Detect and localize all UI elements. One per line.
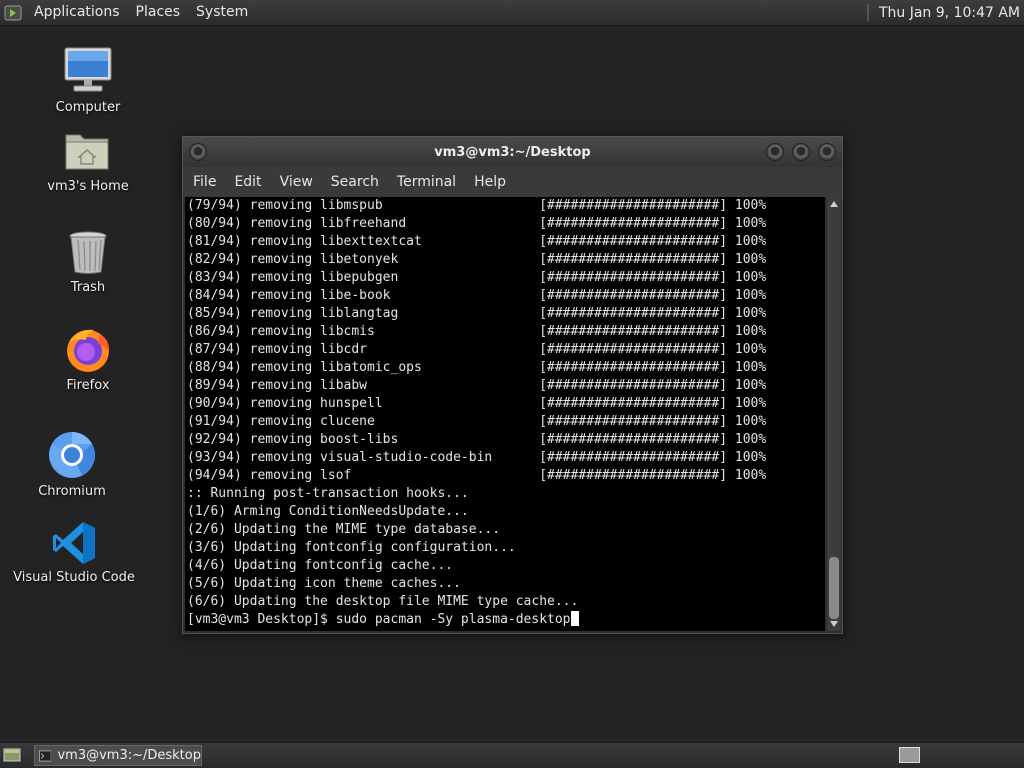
terminal-output-line: (82/94) removing libetonyek [###########… xyxy=(187,252,767,267)
minimize-button[interactable] xyxy=(766,143,784,161)
menu-edit[interactable]: Edit xyxy=(228,174,269,190)
terminal-prompt: [vm3@vm3 Desktop]$ sudo pacman -Sy plasm… xyxy=(187,612,571,627)
terminal-output-line: (87/94) removing libcdr [###############… xyxy=(187,342,767,357)
desktop-icon-trash[interactable]: Trash xyxy=(33,228,143,295)
bottom-panel: vm3@vm3:~/Desktop xyxy=(0,742,1024,768)
desktop-icon-computer[interactable]: Computer xyxy=(33,44,143,115)
menu-system[interactable]: System xyxy=(188,0,256,25)
desktop-icon-label: Firefox xyxy=(66,378,110,393)
taskbar-terminal-button[interactable]: vm3@vm3:~/Desktop xyxy=(34,745,202,766)
taskbar-button-label: vm3@vm3:~/Desktop xyxy=(57,748,201,763)
terminal-output[interactable]: (79/94) removing libmspub [#############… xyxy=(185,197,825,631)
maximize-button[interactable] xyxy=(792,143,810,161)
vscode-icon xyxy=(53,522,95,564)
terminal-window[interactable]: vm3@vm3:~/Desktop File Edit View Search … xyxy=(182,136,843,634)
menu-places[interactable]: Places xyxy=(128,0,189,25)
menu-view[interactable]: View xyxy=(274,174,321,190)
menu-file[interactable]: File xyxy=(187,174,224,190)
text-cursor xyxy=(570,611,579,626)
panel-separator xyxy=(866,4,869,21)
scrollbar-thumb[interactable] xyxy=(829,557,839,619)
terminal-output-line: (5/6) Updating icon theme caches... xyxy=(187,576,461,591)
desktop-icon-label: Computer xyxy=(55,100,121,115)
workspace-switcher[interactable] xyxy=(899,747,920,763)
terminal-output-line: (2/6) Updating the MIME type database... xyxy=(187,522,501,537)
desktop-icon-label: Visual Studio Code xyxy=(13,570,135,585)
terminal-output-line: (81/94) removing libexttextcat [########… xyxy=(187,234,767,249)
clock-area: Thu Jan 9, 10:47 AM xyxy=(866,0,1024,25)
terminal-output-line: (92/94) removing boost-libs [###########… xyxy=(187,432,767,447)
window-menu-button[interactable] xyxy=(189,143,207,161)
applications-menu-icon[interactable] xyxy=(0,0,26,25)
close-button[interactable] xyxy=(818,143,836,161)
menu-help[interactable]: Help xyxy=(468,174,514,190)
clock[interactable]: Thu Jan 9, 10:47 AM xyxy=(879,5,1024,21)
terminal-output-line: (85/94) removing liblangtag [###########… xyxy=(187,306,767,321)
terminal-output-line: (79/94) removing libmspub [#############… xyxy=(187,198,767,213)
terminal-output-line: (80/94) removing libfreehand [##########… xyxy=(187,216,767,231)
menu-search[interactable]: Search xyxy=(325,174,387,190)
show-desktop-icon[interactable] xyxy=(3,747,21,763)
desktop-icon-chromium[interactable]: Chromium xyxy=(17,430,127,499)
home-folder-icon xyxy=(65,134,109,170)
terminal-output-line: (83/94) removing libepubgen [###########… xyxy=(187,270,767,285)
desktop-icon-home[interactable]: vm3's Home xyxy=(33,127,143,194)
terminal-output-line: (94/94) removing lsof [#################… xyxy=(187,468,767,483)
scroll-up-arrow-icon[interactable] xyxy=(830,201,838,207)
terminal-output-line: (4/6) Updating fontconfig cache... xyxy=(187,558,454,573)
firefox-icon xyxy=(67,329,110,372)
desktop-icon-label: vm3's Home xyxy=(47,179,129,194)
terminal-output-line: (93/94) removing visual-studio-code-bin … xyxy=(187,450,767,465)
window-title: vm3@vm3:~/Desktop xyxy=(434,144,591,160)
scroll-down-arrow-icon[interactable] xyxy=(830,621,838,627)
terminal-output-line: :: Running post-transaction hooks... xyxy=(187,486,469,501)
menu-applications[interactable]: Applications xyxy=(26,0,128,25)
terminal-output-line: (90/94) removing hunspell [#############… xyxy=(187,396,767,411)
terminal-output-line: (6/6) Updating the desktop file MIME typ… xyxy=(187,594,579,609)
terminal-menubar: File Edit View Search Terminal Help xyxy=(183,167,842,197)
desktop-icon-label: Trash xyxy=(70,280,106,295)
terminal-output-line: (1/6) Arming ConditionNeedsUpdate... xyxy=(187,504,469,519)
chromium-icon xyxy=(49,432,95,478)
terminal-output-line: (3/6) Updating fontconfig configuration.… xyxy=(187,540,516,555)
terminal-scrollbar[interactable] xyxy=(827,197,841,631)
desktop-icon-vscode[interactable]: Visual Studio Code xyxy=(13,520,135,585)
terminal-output-line: (88/94) removing libatomic_ops [########… xyxy=(187,360,767,375)
terminal-output-line: (84/94) removing libe-book [############… xyxy=(187,288,767,303)
computer-icon xyxy=(64,47,112,92)
window-titlebar[interactable]: vm3@vm3:~/Desktop xyxy=(183,137,842,167)
terminal-output-line: (89/94) removing libabw [###############… xyxy=(187,378,767,393)
terminal-icon xyxy=(39,750,52,761)
terminal-prompt-line[interactable]: [vm3@vm3 Desktop]$ sudo pacman -Sy plasm… xyxy=(185,611,825,629)
trash-icon xyxy=(69,231,107,274)
top-panel: Applications Places System Thu Jan 9, 10… xyxy=(0,0,1024,26)
menu-terminal[interactable]: Terminal xyxy=(391,174,464,190)
terminal-output-line: (91/94) removing clucene [##############… xyxy=(187,414,767,429)
desktop-icon-label: Chromium xyxy=(38,484,106,499)
terminal-output-line: (86/94) removing libcmis [##############… xyxy=(187,324,767,339)
desktop-icon-firefox[interactable]: Firefox xyxy=(33,326,143,393)
